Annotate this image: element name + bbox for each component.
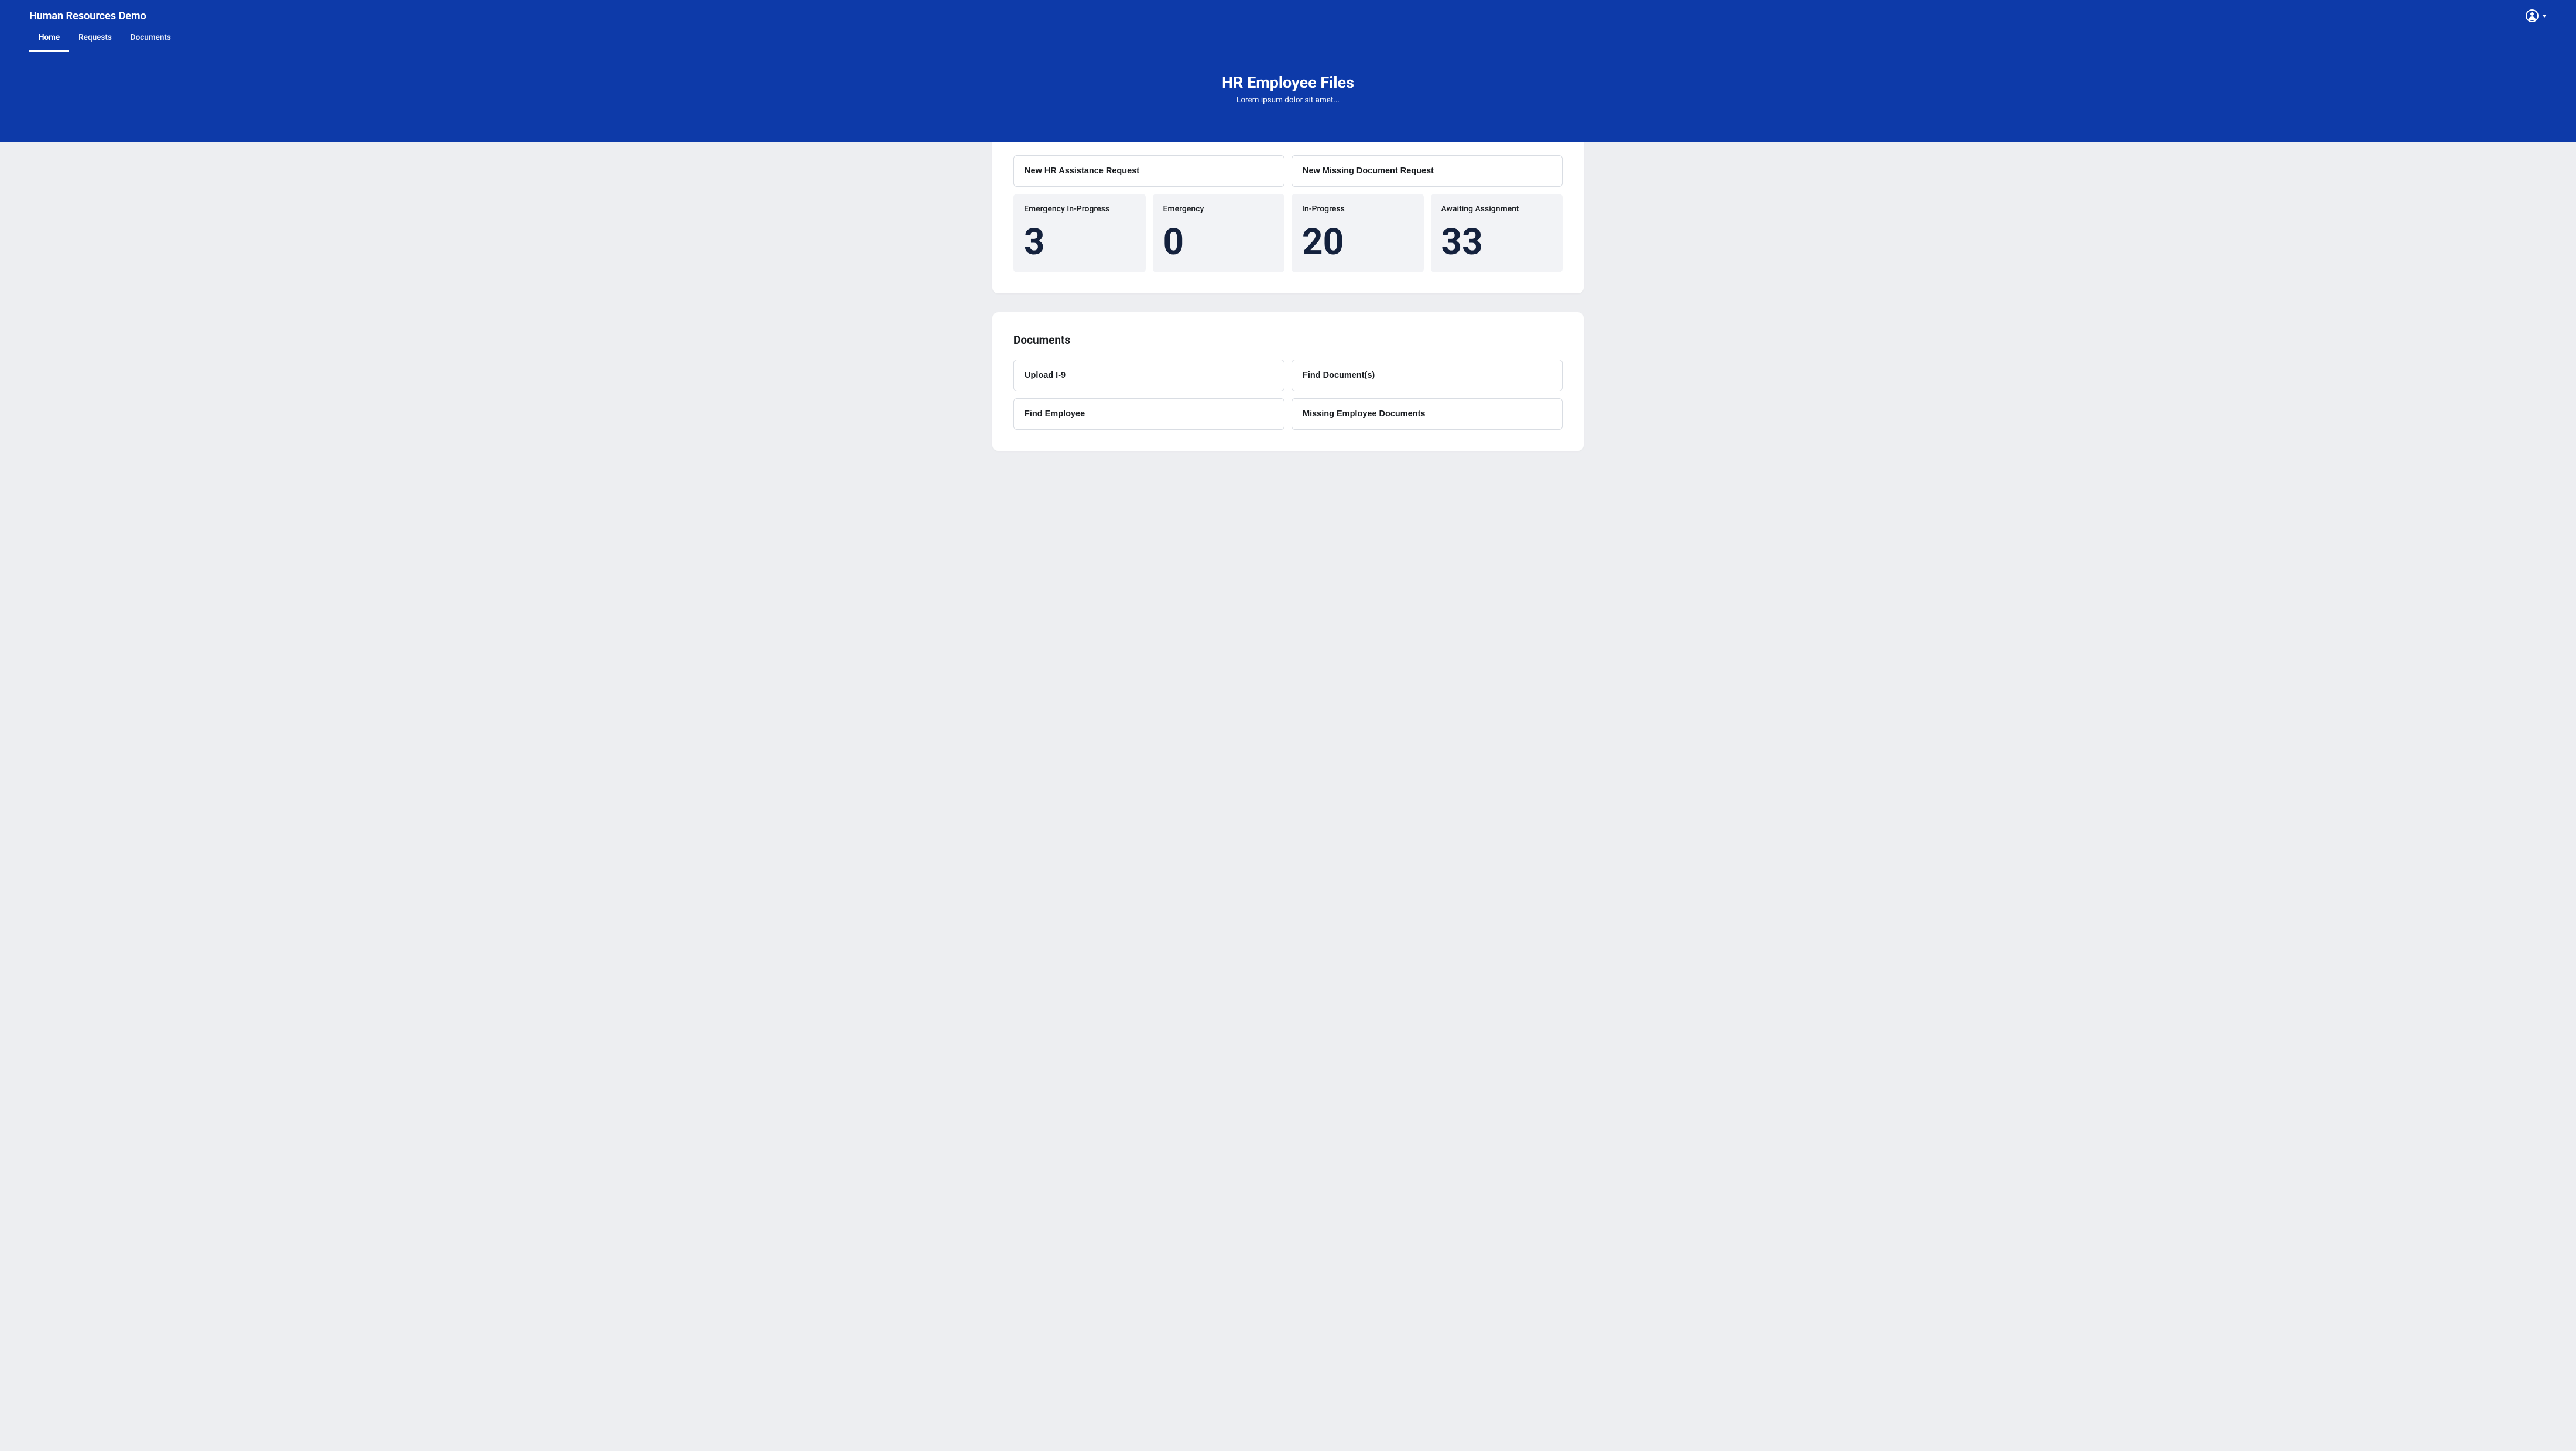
find-documents-button[interactable]: Find Document(s) <box>1292 360 1563 391</box>
documents-card: Documents Upload I-9 Find Document(s) Fi… <box>992 312 1584 451</box>
user-circle-icon <box>2526 9 2539 22</box>
stat-label: Emergency In-Progress <box>1024 204 1135 214</box>
stat-value: 33 <box>1441 224 1553 261</box>
stat-value: 0 <box>1163 224 1275 261</box>
tab-home[interactable]: Home <box>29 33 69 52</box>
tab-requests[interactable]: Requests <box>69 33 121 52</box>
stat-value: 20 <box>1302 224 1413 261</box>
page-subtitle: Lorem ipsum dolor sit amet... <box>0 95 2576 105</box>
new-missing-document-request-button[interactable]: New Missing Document Request <box>1292 155 1563 187</box>
upload-i9-button[interactable]: Upload I-9 <box>1013 360 1284 391</box>
user-menu[interactable] <box>2526 9 2547 22</box>
stat-label: In-Progress <box>1302 204 1413 214</box>
tab-documents[interactable]: Documents <box>121 33 180 52</box>
page-title: HR Employee Files <box>0 73 2576 92</box>
new-hr-assistance-request-button[interactable]: New HR Assistance Request <box>1013 155 1284 187</box>
nav-tabs: Home Requests Documents <box>0 22 2576 52</box>
stat-emergency-in-progress[interactable]: Emergency In-Progress 3 <box>1013 194 1146 272</box>
stat-awaiting-assignment[interactable]: Awaiting Assignment 33 <box>1431 194 1563 272</box>
header-hero-bg: Human Resources Demo Home Requests Docum… <box>0 0 2576 142</box>
stat-value: 3 <box>1024 224 1135 261</box>
chevron-down-icon <box>2542 15 2547 18</box>
stat-in-progress[interactable]: In-Progress 20 <box>1292 194 1424 272</box>
app-title: Human Resources Demo <box>29 10 146 22</box>
stat-label: Awaiting Assignment <box>1441 204 1553 214</box>
hero: HR Employee Files Lorem ipsum dolor sit … <box>0 52 2576 132</box>
documents-section-title: Documents <box>1013 333 1563 347</box>
find-employee-button[interactable]: Find Employee <box>1013 398 1284 430</box>
stat-label: Emergency <box>1163 204 1275 214</box>
stat-emergency[interactable]: Emergency 0 <box>1153 194 1285 272</box>
missing-employee-documents-button[interactable]: Missing Employee Documents <box>1292 398 1563 430</box>
